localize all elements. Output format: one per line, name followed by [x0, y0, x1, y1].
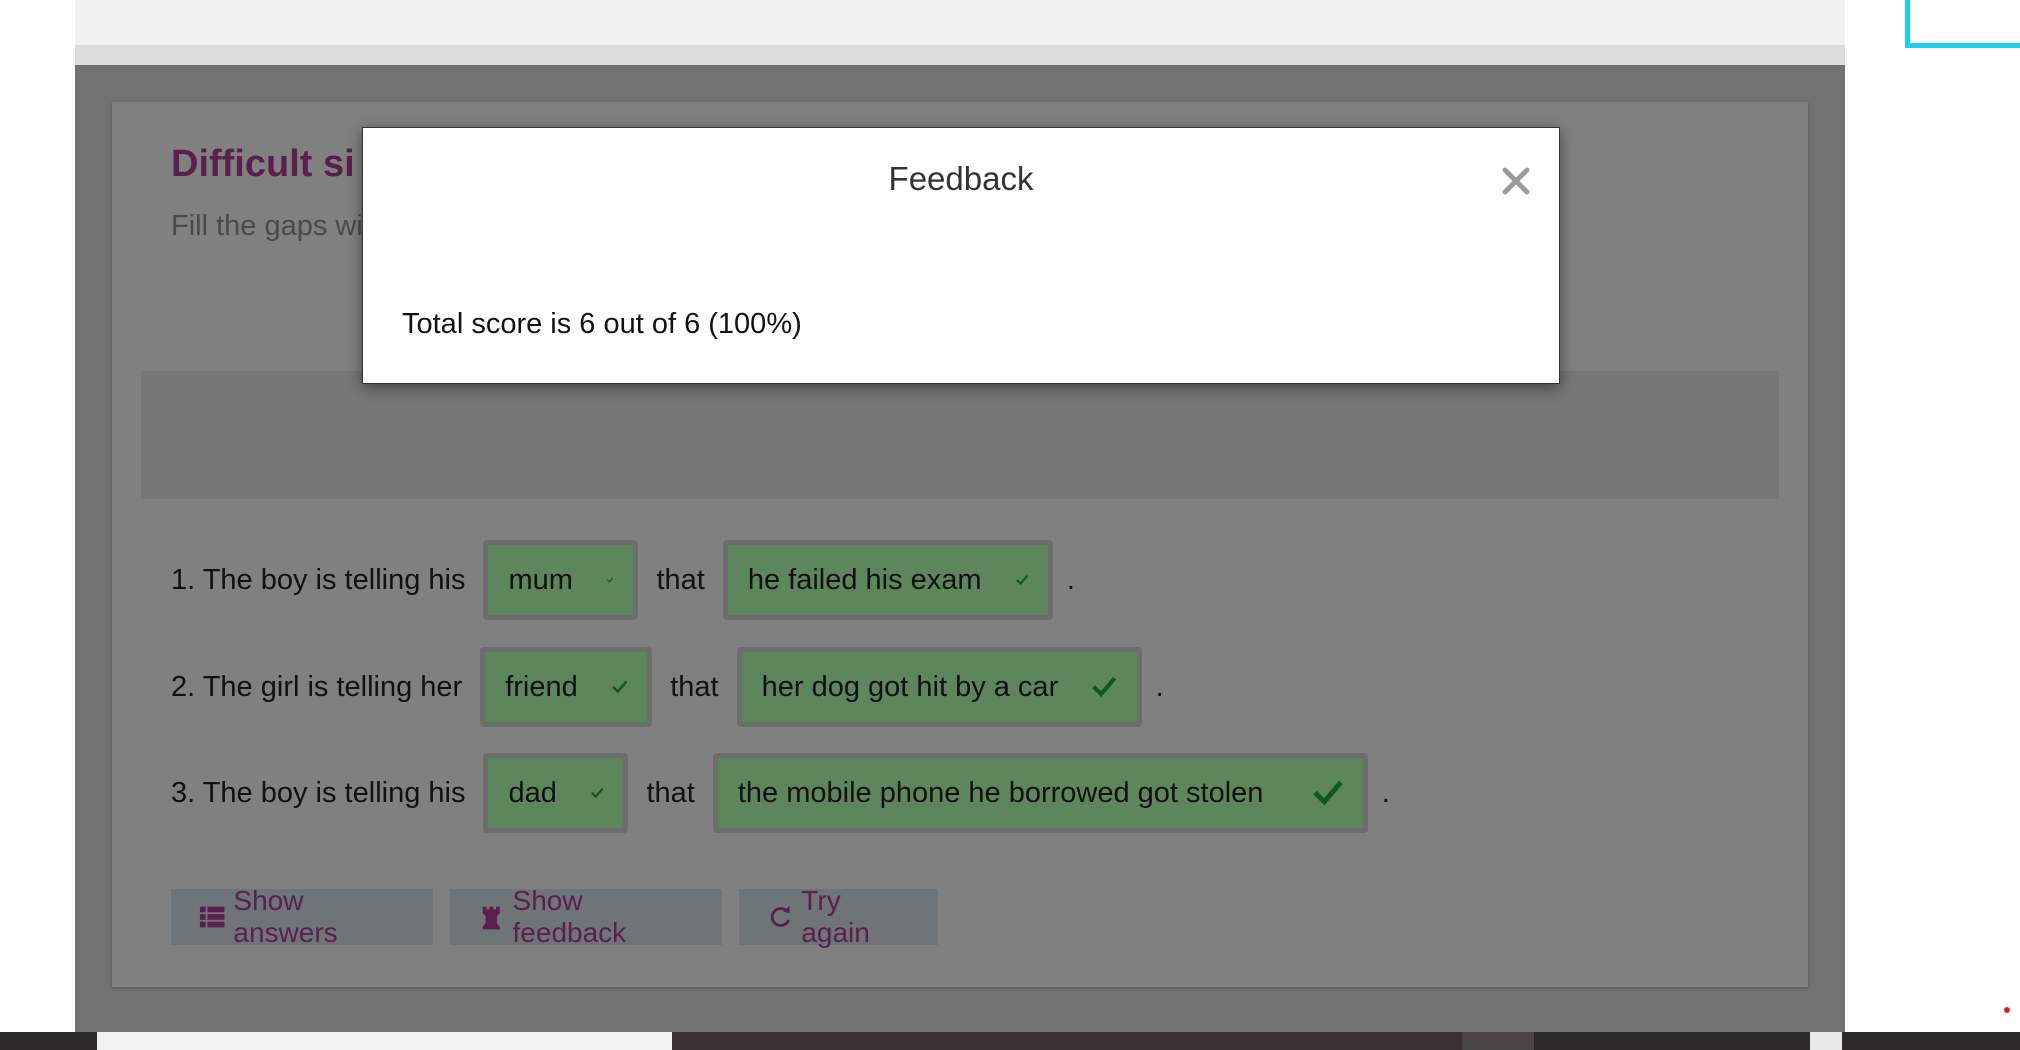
answer-gap[interactable]: her dog got hit by a car — [736, 647, 1142, 727]
question-row-3: 3. The boy is telling his dad that the m… — [171, 753, 1390, 833]
answer-box-correct[interactable]: dad — [488, 758, 624, 828]
taskbar-tray-chevron[interactable] — [1810, 1032, 1842, 1050]
dialog-title: Feedback — [888, 160, 1034, 197]
question-row-2: 2. The girl is telling her friend that h… — [171, 647, 1164, 727]
connector-text: that — [656, 563, 705, 596]
score-text: Total score is 6 out of 6 (100%) — [402, 308, 802, 340]
answer-gap[interactable]: mum — [483, 540, 639, 620]
question-prompt: 1. The boy is telling his — [171, 563, 466, 596]
activity-title: Difficult si — [171, 143, 355, 185]
check-icon — [1015, 574, 1028, 586]
answer-text: friend — [505, 670, 578, 703]
answer-box-correct[interactable]: the mobile phone he borrowed got stolen — [717, 758, 1363, 828]
rook-icon — [482, 906, 500, 930]
sentence-end: . — [1155, 670, 1164, 703]
try-again-label: Try again — [801, 885, 870, 948]
show-feedback-button[interactable]: Show feedback — [450, 885, 722, 948]
sentence-end: . — [1381, 776, 1390, 809]
check-icon — [611, 680, 628, 694]
page-header-strip — [75, 0, 1845, 45]
taskbar-apps[interactable] — [672, 1032, 1462, 1050]
question-prompt: 3. The boy is telling his — [171, 776, 466, 809]
activity-description: Fill the gaps wi — [171, 210, 363, 242]
feedback-dialog: Feedback Total score is 6 out of 6 (100%… — [362, 127, 1560, 384]
taskbar-app-active[interactable] — [1462, 1032, 1534, 1050]
answer-text: he failed his exam — [747, 563, 982, 596]
action-buttons: Show answers Show feedback Try again — [171, 885, 938, 948]
check-icon — [1092, 677, 1117, 698]
answer-text: the mobile phone he borrowed got stolen — [737, 776, 1264, 809]
close-icon[interactable] — [1499, 164, 1533, 198]
answer-text: her dog got hit by a car — [761, 670, 1059, 703]
activity-media-panel — [141, 371, 1779, 499]
check-icon — [606, 577, 614, 583]
show-feedback-label: Show feedback — [512, 885, 627, 948]
connector-text: that — [670, 670, 719, 703]
try-again-button[interactable]: Try again — [739, 885, 938, 948]
check-icon — [590, 787, 604, 799]
question-prompt: 2. The girl is telling her — [171, 670, 463, 703]
connector-text: that — [646, 776, 695, 809]
page-header-divider — [75, 45, 1845, 65]
answer-box-correct[interactable]: her dog got hit by a car — [741, 652, 1137, 722]
question-row-1: 1. The boy is telling his mum that he fa… — [171, 540, 1075, 620]
answer-text: mum — [508, 563, 573, 596]
answer-box-correct[interactable]: mum — [488, 545, 634, 615]
answer-box-correct[interactable]: friend — [485, 652, 648, 722]
list-icon — [199, 906, 225, 928]
answer-text: dad — [508, 776, 557, 809]
check-icon — [1313, 780, 1343, 806]
refresh-icon — [770, 905, 790, 927]
taskbar-search-box[interactable] — [97, 1032, 672, 1050]
answer-gap[interactable]: the mobile phone he borrowed got stolen — [712, 753, 1368, 833]
answer-box-correct[interactable]: he failed his exam — [727, 545, 1048, 615]
sentence-end: . — [1066, 563, 1075, 596]
status-dot — [2004, 1007, 2010, 1013]
show-answers-button[interactable]: Show answers — [171, 885, 433, 948]
answer-gap[interactable]: he failed his exam — [722, 540, 1053, 620]
answer-gap[interactable]: dad — [483, 753, 629, 833]
answer-gap[interactable]: friend — [480, 647, 653, 727]
browser-corner-frame — [1905, 0, 2020, 48]
show-answers-label: Show answers — [233, 885, 338, 948]
